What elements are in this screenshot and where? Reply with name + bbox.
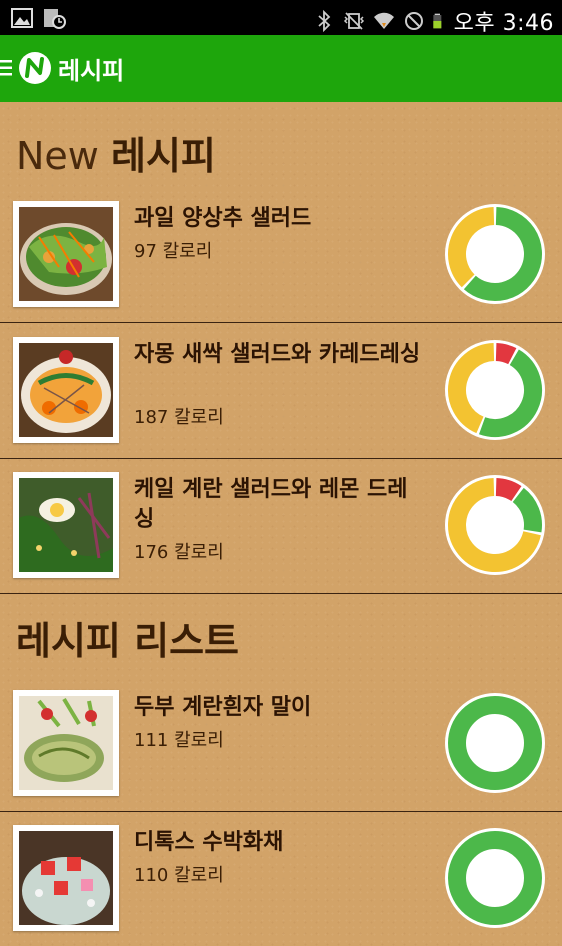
gallery-icon <box>11 8 33 28</box>
nutrition-ring-chart <box>445 340 545 440</box>
recipe-title: 두부 계란흰자 말이 <box>134 695 312 720</box>
section-header-ko: 레시피 <box>110 134 216 178</box>
app-bar: 레시피 <box>0 35 562 102</box>
section-header-recipe-list: 레시피 리스트 <box>16 610 239 665</box>
recipe-row[interactable]: 과일 양상추 샐러드 97 칼로리 <box>0 187 562 323</box>
calendar-clock-icon <box>44 9 66 29</box>
recipe-title: 과일 양상추 샐러드 <box>134 206 312 231</box>
bluetooth-icon <box>318 9 330 33</box>
recipe-title: 디톡스 수박화채 <box>134 830 284 855</box>
wifi-icon <box>373 12 394 29</box>
recipe-thumbnail <box>13 337 119 443</box>
salad-photo <box>19 343 113 437</box>
recipe-row[interactable]: 케일 계란 샐러드와 레몬 드레싱 176 칼로리 <box>0 458 562 594</box>
ring-segment-red <box>495 478 522 502</box>
clock: 오후 3:46 <box>453 11 554 36</box>
app-logo-icon[interactable] <box>18 51 52 85</box>
nutrition-ring-chart <box>445 828 545 928</box>
section-header-en: New <box>16 134 99 178</box>
recipe-calories: 176 칼로리 <box>134 542 224 563</box>
egg-roll-photo <box>19 696 113 790</box>
no-signal-icon <box>404 12 423 30</box>
recipe-title: 케일 계란 샐러드와 레몬 드레싱 <box>134 477 408 532</box>
app-title: 레시피 <box>58 57 125 85</box>
recipe-calories: 110 칼로리 <box>134 865 224 886</box>
hamburger-menu-icon[interactable] <box>0 59 14 77</box>
recipe-row[interactable]: 두부 계란흰자 말이 111 칼로리 <box>0 676 562 812</box>
recipe-thumbnail <box>13 201 119 307</box>
nutrition-ring-chart <box>445 204 545 304</box>
recipe-calories: 187 칼로리 <box>134 407 224 428</box>
recipe-thumbnail <box>13 472 119 578</box>
recipe-calories: 111 칼로리 <box>134 730 224 751</box>
ring-center <box>468 227 522 281</box>
recipe-title: 자몽 새싹 샐러드와 카레드레싱 <box>134 342 421 367</box>
watermelon-punch-photo <box>19 831 113 925</box>
vibrate-icon <box>343 12 364 30</box>
recipe-row[interactable]: 디톡스 수박화채 110 칼로리 <box>0 811 562 946</box>
recipe-calories: 97 칼로리 <box>134 241 213 262</box>
nutrition-ring-chart <box>445 693 545 793</box>
recipe-thumbnail <box>13 690 119 796</box>
nutrition-ring-chart <box>445 475 545 575</box>
section-header-ko: 레시피 리스트 <box>16 619 239 663</box>
ring-segment-red <box>495 343 517 365</box>
salad-photo <box>19 207 113 301</box>
ring-center <box>468 851 522 905</box>
battery-icon <box>432 13 441 29</box>
ring-center <box>468 716 522 770</box>
status-bar: 오후 3:46 <box>0 0 562 36</box>
section-header-new-recipes: New 레시피 <box>16 125 216 180</box>
ring-center <box>468 363 522 417</box>
salad-photo <box>19 478 113 572</box>
recipe-row[interactable]: 자몽 새싹 샐러드와 카레드레싱 187 칼로리 <box>0 323 562 459</box>
recipe-thumbnail <box>13 825 119 931</box>
ring-center <box>468 498 522 552</box>
